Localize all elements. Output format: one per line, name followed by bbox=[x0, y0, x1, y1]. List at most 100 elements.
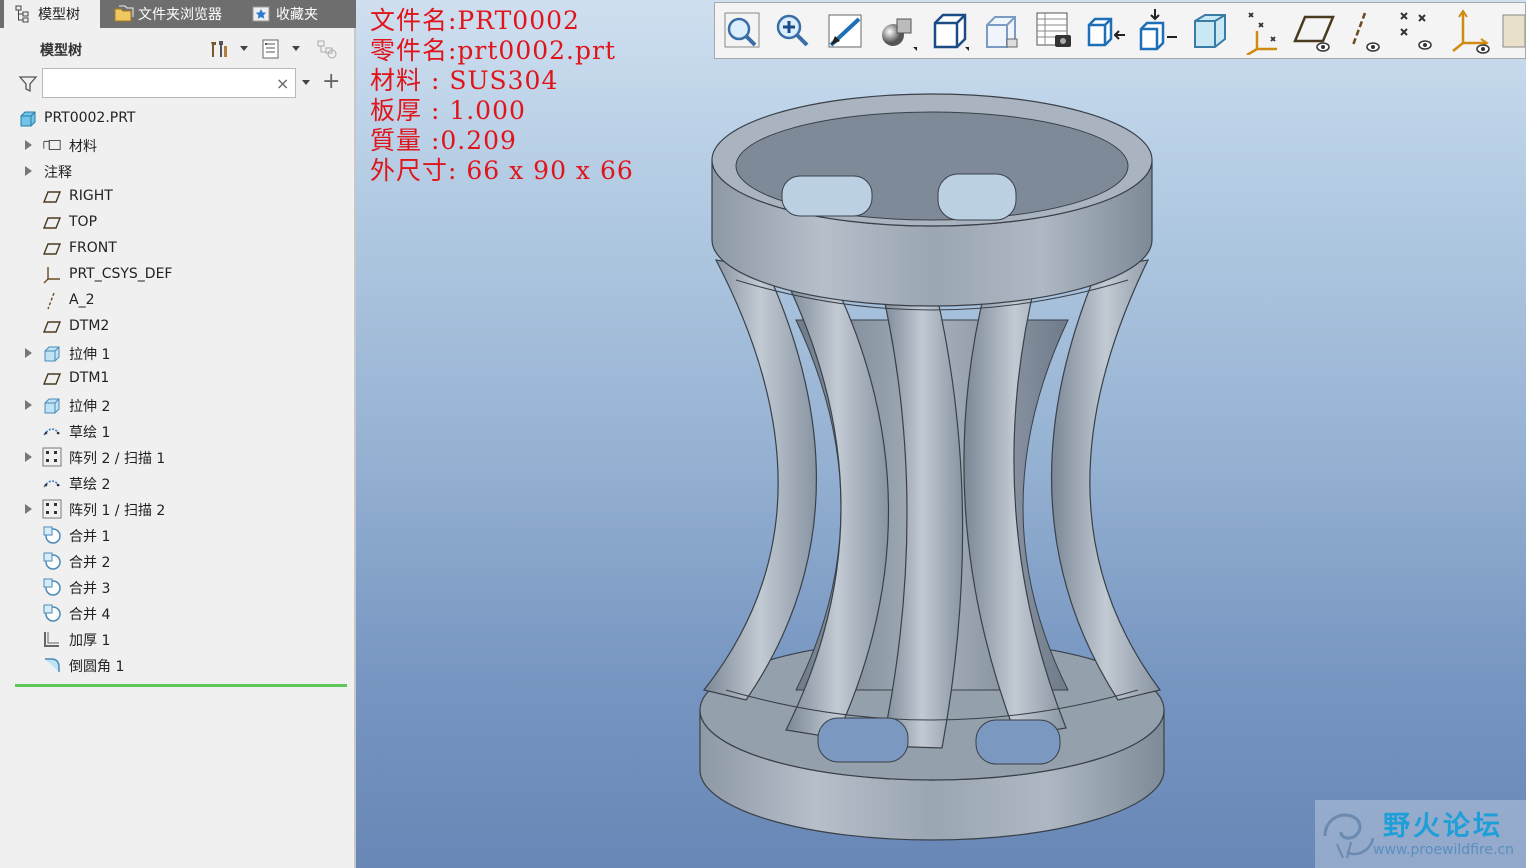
tree-item[interactable]: 合并 4 bbox=[0, 600, 354, 626]
tree-columns-icon[interactable] bbox=[260, 38, 282, 60]
shading-icon[interactable] bbox=[875, 7, 921, 55]
tree-item[interactable]: DTM1 bbox=[0, 366, 354, 392]
expand-arrow-icon[interactable] bbox=[25, 348, 32, 358]
tree-item[interactable]: FRONT bbox=[0, 236, 354, 262]
tree-item[interactable]: PRT0002.PRT bbox=[0, 106, 354, 132]
info-thickness: 板厚 : 1.000 bbox=[370, 96, 526, 125]
forum-watermark: 野火论坛 www.proewildfire.cn bbox=[1315, 800, 1526, 868]
tree-item-label: FRONT bbox=[69, 240, 117, 256]
info-dimensions: 外尺寸: 66 x 90 x 66 bbox=[370, 156, 634, 185]
folder-browser-icon bbox=[114, 5, 134, 23]
tree-item[interactable]: PRT_CSYS_DEF bbox=[0, 262, 354, 288]
expand-arrow-icon[interactable] bbox=[25, 166, 32, 176]
tree-item[interactable]: 合并 1 bbox=[0, 522, 354, 548]
tree-item[interactable]: DTM2 bbox=[0, 314, 354, 340]
insert-indicator[interactable] bbox=[15, 684, 347, 687]
datum-plane-icon bbox=[42, 213, 62, 233]
zoom-in-icon[interactable] bbox=[769, 7, 815, 55]
merge-icon bbox=[42, 551, 62, 571]
tree-item-label: DTM2 bbox=[69, 318, 110, 334]
merge-icon bbox=[42, 577, 62, 597]
view-manager-icon[interactable] bbox=[1031, 7, 1077, 55]
watermark-url: www.proewildfire.cn bbox=[1373, 842, 1515, 858]
panel-tabs: 模型树 文件夹浏览器 收藏夹 bbox=[0, 0, 356, 28]
info-file-name: 文件名:PRT0002 bbox=[370, 6, 580, 35]
tree-item[interactable]: TOP bbox=[0, 210, 354, 236]
insert-view-icon[interactable] bbox=[1135, 7, 1181, 55]
expand-arrow-icon[interactable] bbox=[25, 140, 32, 150]
filter-icon[interactable] bbox=[18, 74, 38, 98]
chevron-down-icon[interactable] bbox=[292, 46, 300, 51]
tab-model-tree[interactable]: 模型树 bbox=[4, 0, 100, 28]
point-display-icon[interactable] bbox=[1395, 7, 1441, 55]
model-tree: PRT0002.PRT 材料注释 RIGHT TOP FRONT PRT_CSYS_DEF… bbox=[0, 106, 354, 678]
tree-item-label: 材料 bbox=[69, 139, 97, 155]
tree-item[interactable]: 合并 2 bbox=[0, 548, 354, 574]
named-views-icon[interactable] bbox=[927, 7, 973, 55]
tree-item[interactable]: 倒圆角 1 bbox=[0, 652, 354, 678]
tree-item-label: TOP bbox=[69, 214, 98, 230]
tab-label: 收藏夹 bbox=[276, 7, 318, 23]
datum-display-icon[interactable] bbox=[1239, 7, 1285, 57]
add-icon[interactable]: + bbox=[322, 69, 340, 94]
tree-item[interactable]: 草绘 2 bbox=[0, 470, 354, 496]
show-hide-icon[interactable] bbox=[316, 38, 338, 60]
refit-icon[interactable] bbox=[719, 7, 765, 55]
tree-item-label: 阵列 1 / 扫描 2 bbox=[69, 503, 166, 519]
extrude-icon bbox=[42, 343, 62, 363]
datum-axis-icon bbox=[42, 291, 62, 311]
tree-item[interactable]: 加厚 1 bbox=[0, 626, 354, 652]
tree-item-label: PRT_CSYS_DEF bbox=[69, 266, 173, 282]
extrude-view-icon[interactable] bbox=[1083, 7, 1129, 55]
tree-item-label: A_2 bbox=[69, 292, 95, 308]
tree-item-label: 合并 3 bbox=[69, 581, 111, 597]
more-icon[interactable] bbox=[1501, 7, 1526, 55]
tree-item[interactable]: 注释 bbox=[0, 158, 354, 184]
csys-icon bbox=[42, 265, 62, 285]
repaint-icon[interactable] bbox=[823, 7, 869, 55]
close-icon[interactable]: × bbox=[276, 74, 289, 93]
datum-plane-icon bbox=[42, 239, 62, 259]
chevron-down-icon[interactable] bbox=[302, 80, 310, 85]
tree-item[interactable]: 材料 bbox=[0, 132, 354, 158]
info-mass: 質量 :0.209 bbox=[370, 126, 517, 155]
tree-item[interactable]: 阵列 1 / 扫描 2 bbox=[0, 496, 354, 522]
perspective-icon[interactable] bbox=[1187, 7, 1233, 55]
info-material: 材料 : SUS304 bbox=[370, 66, 559, 95]
extrude-icon bbox=[42, 395, 62, 415]
plane-display-icon[interactable] bbox=[1291, 7, 1337, 55]
3d-model-render[interactable] bbox=[686, 90, 1186, 850]
expand-arrow-icon[interactable] bbox=[25, 452, 32, 462]
tree-item[interactable]: RIGHT bbox=[0, 184, 354, 210]
datum-plane-icon bbox=[42, 369, 62, 389]
tree-item-label: PRT0002.PRT bbox=[44, 110, 136, 126]
tree-item[interactable]: 拉伸 1 bbox=[0, 340, 354, 366]
tree-item[interactable]: 合并 3 bbox=[0, 574, 354, 600]
tree-item[interactable]: 草绘 1 bbox=[0, 418, 354, 444]
tree-item[interactable]: 拉伸 2 bbox=[0, 392, 354, 418]
tree-item-label: 草绘 1 bbox=[69, 425, 111, 441]
model-tree-panel: 模型树 文件夹浏览器 收藏夹 模型树 × + PRT0002.PRT 材料 注释… bbox=[0, 0, 356, 868]
tree-item[interactable]: A_2 bbox=[0, 288, 354, 314]
tree-item-label: 合并 2 bbox=[69, 555, 111, 571]
settings-tools-icon[interactable] bbox=[208, 38, 230, 60]
tab-folder-browser[interactable]: 文件夹浏览器 bbox=[100, 0, 238, 28]
graphics-viewport[interactable]: 文件名:PRT0002 零件名:prt0002.prt 材料 : SUS304 … bbox=[356, 0, 1526, 868]
watermark-title: 野火论坛 bbox=[1383, 811, 1503, 842]
tree-item-label: 合并 4 bbox=[69, 607, 111, 623]
chevron-down-icon[interactable] bbox=[240, 46, 248, 51]
saved-orientations-icon[interactable] bbox=[979, 7, 1025, 55]
expand-arrow-icon[interactable] bbox=[25, 400, 32, 410]
favorites-icon bbox=[252, 5, 270, 23]
tree-item-label: 加厚 1 bbox=[69, 633, 111, 649]
datum-plane-icon bbox=[42, 317, 62, 337]
tab-favorites[interactable]: 收藏夹 bbox=[238, 0, 328, 28]
axis-display-icon[interactable] bbox=[1343, 7, 1389, 55]
expand-arrow-icon[interactable] bbox=[25, 504, 32, 514]
merge-icon bbox=[42, 603, 62, 623]
csys-display-icon[interactable] bbox=[1447, 7, 1493, 55]
part-info-note: 文件名:PRT0002 零件名:prt0002.prt 材料 : SUS304 … bbox=[370, 6, 634, 186]
tree-item-label: RIGHT bbox=[69, 188, 113, 204]
tree-item[interactable]: 阵列 2 / 扫描 1 bbox=[0, 444, 354, 470]
search-input[interactable] bbox=[42, 68, 296, 98]
